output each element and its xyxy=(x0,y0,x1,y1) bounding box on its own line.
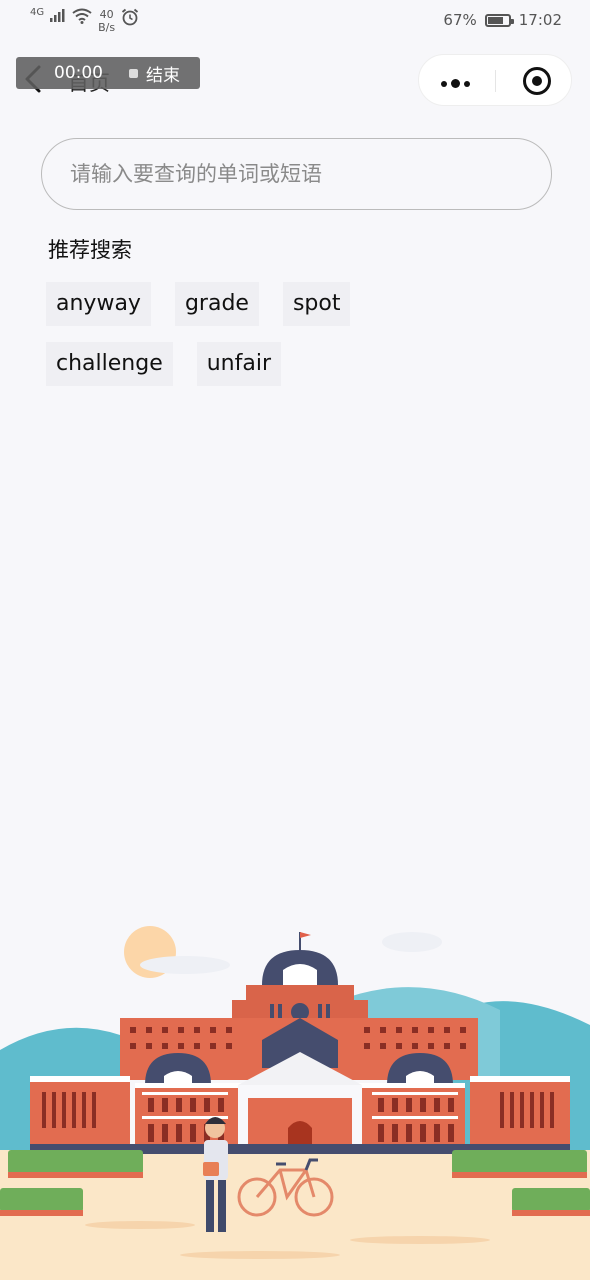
battery-fill xyxy=(487,16,503,24)
recommend-title: 推荐搜索 xyxy=(48,238,132,262)
tag-unfair[interactable]: unfair xyxy=(196,342,282,386)
screen-recording-pill[interactable]: 00:00 结束 xyxy=(16,57,200,89)
tag-spot[interactable]: spot xyxy=(282,282,351,326)
battery-icon xyxy=(484,13,514,27)
capsule-divider xyxy=(495,70,496,92)
tag-row: challenge unfair xyxy=(46,342,466,386)
campus-illustration xyxy=(0,926,590,1280)
recording-stop-label[interactable]: 结束 xyxy=(146,61,180,86)
status-right: 67% 17:02 xyxy=(443,11,562,29)
search-input[interactable] xyxy=(68,161,512,187)
signal-icon xyxy=(50,9,65,22)
menu-capsule xyxy=(418,54,572,106)
more-icon[interactable] xyxy=(441,79,470,88)
clock: 17:02 xyxy=(518,11,562,29)
signal-type: 4G xyxy=(30,7,45,18)
wifi-icon xyxy=(72,8,92,24)
tag-anyway[interactable]: anyway xyxy=(46,282,151,326)
net-speed: 40 B/s xyxy=(98,8,115,34)
tag-challenge[interactable]: challenge xyxy=(46,342,173,386)
tag-row: anyway grade spot xyxy=(46,282,466,326)
recording-timer: 00:00 xyxy=(54,63,103,83)
status-left: 4G 40 B/s xyxy=(30,8,139,34)
close-target-icon[interactable] xyxy=(523,67,551,95)
net-speed-value: 40 xyxy=(99,8,114,21)
nav-bar: 首页 00:00 结束 xyxy=(0,50,590,106)
net-speed-unit: B/s xyxy=(98,21,116,34)
stop-icon xyxy=(129,68,138,78)
status-bar: 4G 40 B/s 67% 17:02 xyxy=(0,0,590,44)
alarm-icon xyxy=(122,8,139,26)
battery-percent: 67% xyxy=(443,11,477,29)
recommend-tags: anyway grade spot challenge unfair xyxy=(46,282,466,402)
tag-grade[interactable]: grade xyxy=(174,282,259,326)
search-box[interactable] xyxy=(41,138,552,210)
